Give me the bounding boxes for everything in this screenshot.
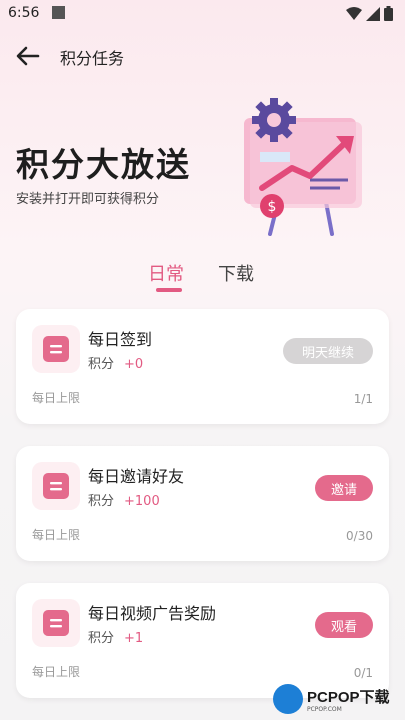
svg-text:$: $ — [268, 199, 277, 215]
task-count: 0/1 — [353, 666, 373, 680]
hero-illustration: $ — [226, 92, 376, 242]
hero-title: 积分大放送 — [16, 145, 191, 184]
task-card-video-ad: 每日视频广告奖励 积分 +1 观看 每日上限 0/1 — [16, 583, 389, 698]
watermark-icon — [273, 684, 303, 714]
watermark-brand: PCPOP下载 — [307, 689, 390, 706]
task-points: 积分 +1 — [88, 627, 143, 646]
signal-icon — [366, 6, 380, 21]
tab-bar: 日常 下载 — [0, 258, 405, 298]
task-points-value: +1 — [124, 631, 144, 646]
task-points: 积分 +0 — [88, 353, 143, 372]
task-icon-box — [32, 325, 80, 373]
task-title: 每日签到 — [88, 330, 153, 349]
task-icon-box — [32, 462, 80, 510]
task-icon-box — [32, 599, 80, 647]
task-points-value: +0 — [124, 357, 144, 372]
task-list-icon — [43, 610, 69, 636]
task-count: 1/1 — [353, 392, 373, 406]
task-limit-label: 每日上限 — [32, 391, 81, 405]
task-count: 0/30 — [346, 529, 373, 543]
task-points-label: 积分 — [88, 494, 115, 509]
task-points: 积分 +100 — [88, 490, 160, 509]
watermark-logo: PCPOP下载 PCPOP.COM — [273, 682, 401, 716]
gear-icon — [252, 98, 296, 142]
back-arrow-icon — [16, 46, 40, 66]
tab-active-indicator — [156, 288, 182, 292]
task-points-value: +100 — [124, 494, 160, 509]
task-limit-label: 每日上限 — [32, 528, 81, 542]
continue-tomorrow-button[interactable]: 明天继续 — [283, 338, 373, 364]
tab-daily[interactable]: 日常 — [148, 260, 184, 286]
page-title: 积分任务 — [60, 49, 125, 68]
notification-icon — [52, 6, 65, 19]
task-points-label: 积分 — [88, 631, 115, 646]
task-card-checkin: 每日签到 积分 +0 明天继续 每日上限 1/1 — [16, 309, 389, 424]
status-time: 6:56 — [8, 5, 40, 21]
task-title: 每日视频广告奖励 — [88, 604, 217, 623]
hero-subtitle: 安装并打开即可获得积分 — [16, 192, 160, 207]
status-bar: 6:56 — [0, 0, 405, 28]
task-limit-label: 每日上限 — [32, 665, 81, 679]
watch-button[interactable]: 观看 — [315, 612, 373, 638]
invite-button[interactable]: 邀请 — [315, 475, 373, 501]
watermark-tagline: PCPOP.COM — [307, 706, 342, 713]
battery-icon — [384, 6, 393, 21]
task-list-icon — [43, 473, 69, 499]
task-points-label: 积分 — [88, 357, 115, 372]
wifi-icon — [346, 6, 362, 20]
task-card-invite: 每日邀请好友 积分 +100 邀请 每日上限 0/30 — [16, 446, 389, 561]
dollar-icon: $ — [260, 194, 284, 218]
status-icons — [346, 6, 393, 21]
back-button[interactable] — [14, 44, 42, 68]
tab-download[interactable]: 下载 — [218, 260, 254, 286]
task-title: 每日邀请好友 — [88, 467, 185, 486]
task-list-icon — [43, 336, 69, 362]
